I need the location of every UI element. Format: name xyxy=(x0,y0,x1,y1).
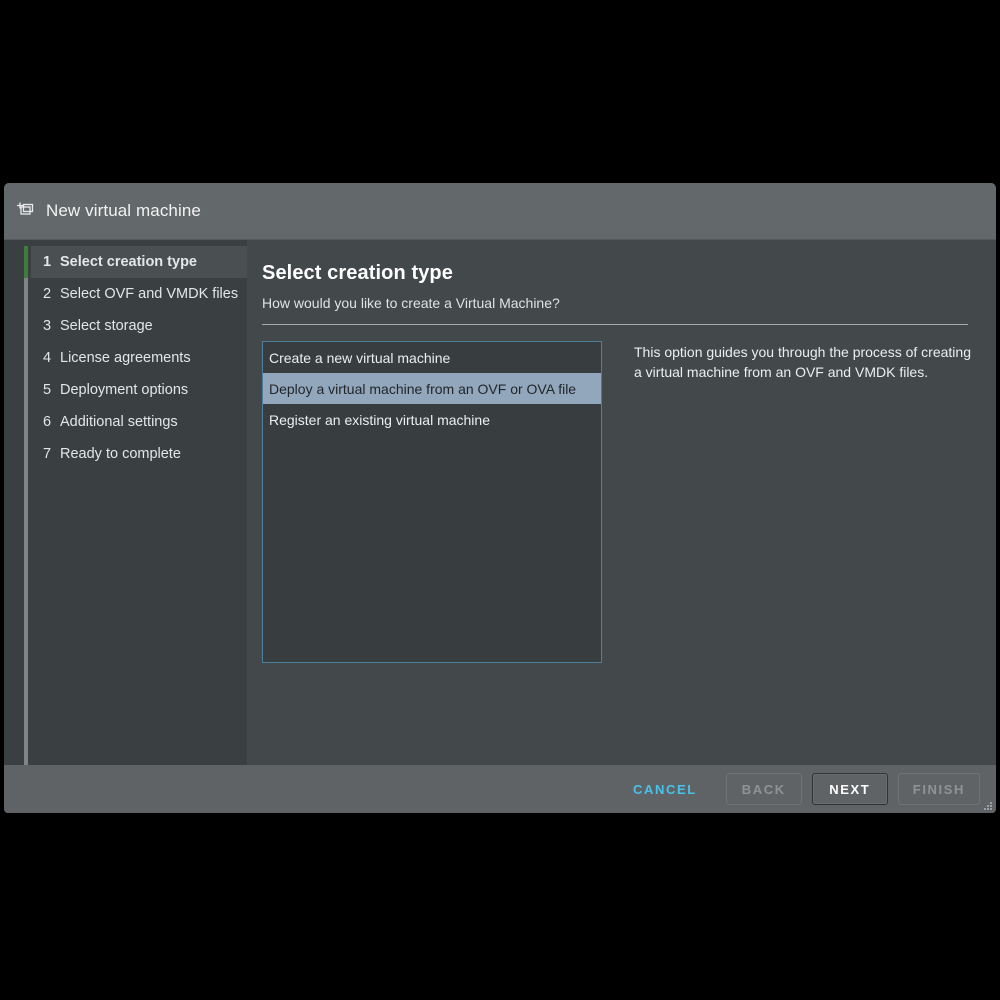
creation-option-create-new[interactable]: Create a new virtual machine xyxy=(263,342,601,373)
sidebar-step-7-number: 7 xyxy=(43,446,52,462)
creation-option-deploy-ovf-label: Deploy a virtual machine from an OVF or … xyxy=(269,380,577,397)
next-button[interactable]: NEXT xyxy=(811,773,888,805)
sidebar-step-5[interactable]: 5 Deployment options xyxy=(31,374,247,406)
sidebar-step-6-number: 6 xyxy=(43,414,52,430)
wizard-main-panel: Select creation type How would you like … xyxy=(247,240,996,765)
resize-grip-handle[interactable] xyxy=(981,799,992,810)
back-button[interactable]: BACK xyxy=(725,773,802,805)
option-description-panel: This option guides you through the proce… xyxy=(602,341,972,382)
header-divider xyxy=(262,324,968,325)
sidebar-step-1[interactable]: 1 Select creation type xyxy=(31,246,247,278)
dialog-title: New virtual machine xyxy=(46,201,201,220)
step-list: 1 Select creation type 2 Select OVF and … xyxy=(4,246,247,470)
creation-type-listbox[interactable]: Create a new virtual machine Deploy a vi… xyxy=(262,341,602,663)
screen-root: New virtual machine 1 Select creation ty… xyxy=(0,0,1000,1000)
creation-option-register-existing[interactable]: Register an existing virtual machine xyxy=(263,404,601,435)
sidebar-step-2-number: 2 xyxy=(43,286,52,302)
sidebar-step-4-number: 4 xyxy=(43,350,52,366)
page-title: Select creation type xyxy=(262,262,453,284)
cancel-button[interactable]: CANCEL xyxy=(618,773,712,805)
sidebar-step-2-label: Select OVF and VMDK files xyxy=(60,286,239,302)
sidebar-step-2[interactable]: 2 Select OVF and VMDK files xyxy=(31,278,247,310)
sidebar-step-7[interactable]: 7 Ready to complete xyxy=(31,438,247,470)
finish-button[interactable]: FINISH xyxy=(897,773,980,805)
sidebar-step-6[interactable]: 6 Additional settings xyxy=(31,406,247,438)
sidebar-step-3[interactable]: 3 Select storage xyxy=(31,310,247,342)
sidebar-step-6-label: Additional settings xyxy=(60,414,178,430)
content-columns: Create a new virtual machine Deploy a vi… xyxy=(262,341,972,663)
sidebar-step-3-number: 3 xyxy=(43,318,52,334)
sidebar-step-7-label: Ready to complete xyxy=(60,446,181,462)
new-vm-icon xyxy=(14,198,40,224)
dialog-footer: CANCEL BACK NEXT FINISH xyxy=(4,765,996,813)
creation-option-register-existing-label: Register an existing virtual machine xyxy=(269,411,490,428)
page-subtitle: How would you like to create a Virtual M… xyxy=(262,295,560,311)
new-virtual-machine-dialog: New virtual machine 1 Select creation ty… xyxy=(4,183,996,813)
sidebar-step-3-label: Select storage xyxy=(60,318,153,334)
sidebar-step-1-number: 1 xyxy=(43,254,52,270)
sidebar-step-5-number: 5 xyxy=(43,382,52,398)
sidebar-step-1-label: Select creation type xyxy=(60,254,197,270)
sidebar-step-4[interactable]: 4 License agreements xyxy=(31,342,247,374)
option-description-text: This option guides you through the proce… xyxy=(634,344,971,380)
sidebar-step-4-label: License agreements xyxy=(60,350,191,366)
sidebar-step-5-label: Deployment options xyxy=(60,382,189,398)
creation-option-create-new-label: Create a new virtual machine xyxy=(269,349,451,366)
dialog-body: 1 Select creation type 2 Select OVF and … xyxy=(4,240,996,765)
creation-option-deploy-ovf[interactable]: Deploy a virtual machine from an OVF or … xyxy=(263,373,601,404)
dialog-titlebar[interactable]: New virtual machine xyxy=(4,183,996,240)
wizard-step-sidebar: 1 Select creation type 2 Select OVF and … xyxy=(4,240,247,765)
